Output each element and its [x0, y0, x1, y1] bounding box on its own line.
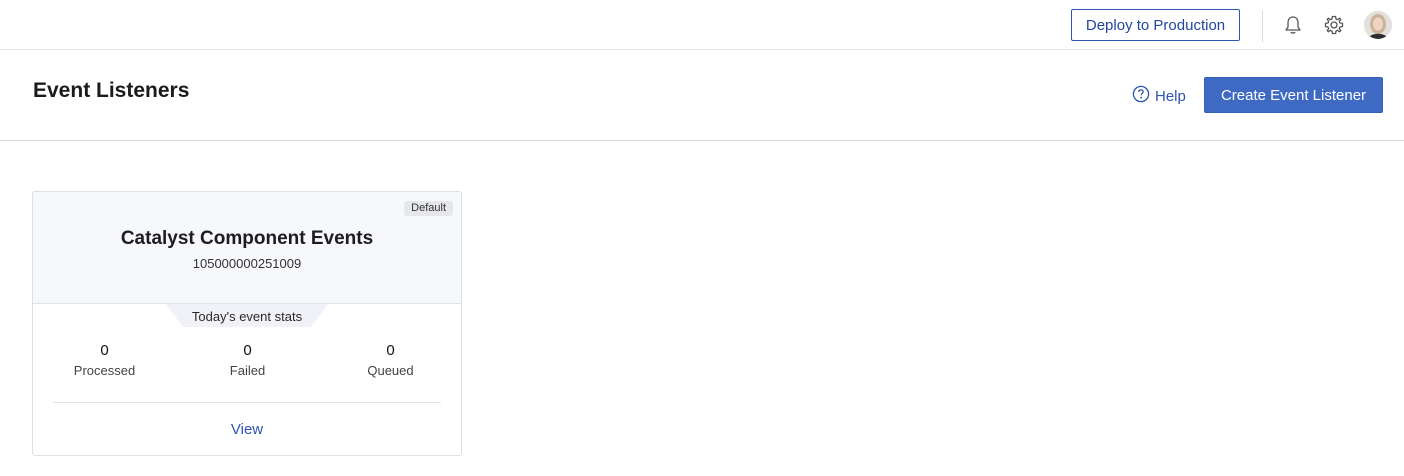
view-link[interactable]: View — [33, 421, 461, 438]
stat-failed: 0 Failed — [176, 342, 319, 378]
top-bar: Deploy to Production — [0, 0, 1404, 50]
help-link[interactable]: Help — [1132, 85, 1186, 107]
user-avatar[interactable] — [1364, 11, 1392, 39]
card-id: 105000000251009 — [192, 256, 302, 271]
card-divider — [53, 402, 441, 403]
page-title: Event Listeners — [33, 79, 190, 102]
stat-value: 0 — [243, 342, 252, 359]
event-listener-card: Default Catalyst Component Events 105000… — [32, 191, 462, 456]
help-label: Help — [1155, 87, 1186, 105]
stat-value: 0 — [386, 342, 395, 359]
stat-processed: 0 Processed — [33, 342, 176, 378]
stats-tab: Today's event stats — [166, 304, 328, 328]
page-header: Event Listeners Help Create Event Listen… — [0, 50, 1404, 141]
deploy-to-production-button[interactable]: Deploy to Production — [1071, 9, 1240, 41]
card-title: Catalyst Component Events — [120, 228, 374, 249]
divider — [1262, 10, 1263, 42]
stat-label: Processed — [73, 363, 136, 378]
stats-label: Today's event stats — [191, 309, 303, 324]
stat-label: Queued — [367, 363, 414, 378]
bell-icon[interactable] — [1282, 14, 1304, 36]
help-circle-icon — [1132, 85, 1150, 107]
gear-icon[interactable] — [1323, 14, 1345, 36]
create-event-listener-button[interactable]: Create Event Listener — [1204, 77, 1383, 113]
default-badge: Default — [404, 201, 453, 216]
stat-value: 0 — [100, 342, 109, 359]
stat-queued: 0 Queued — [319, 342, 462, 378]
card-header: Default Catalyst Component Events 105000… — [33, 192, 461, 304]
stat-label: Failed — [229, 363, 266, 378]
